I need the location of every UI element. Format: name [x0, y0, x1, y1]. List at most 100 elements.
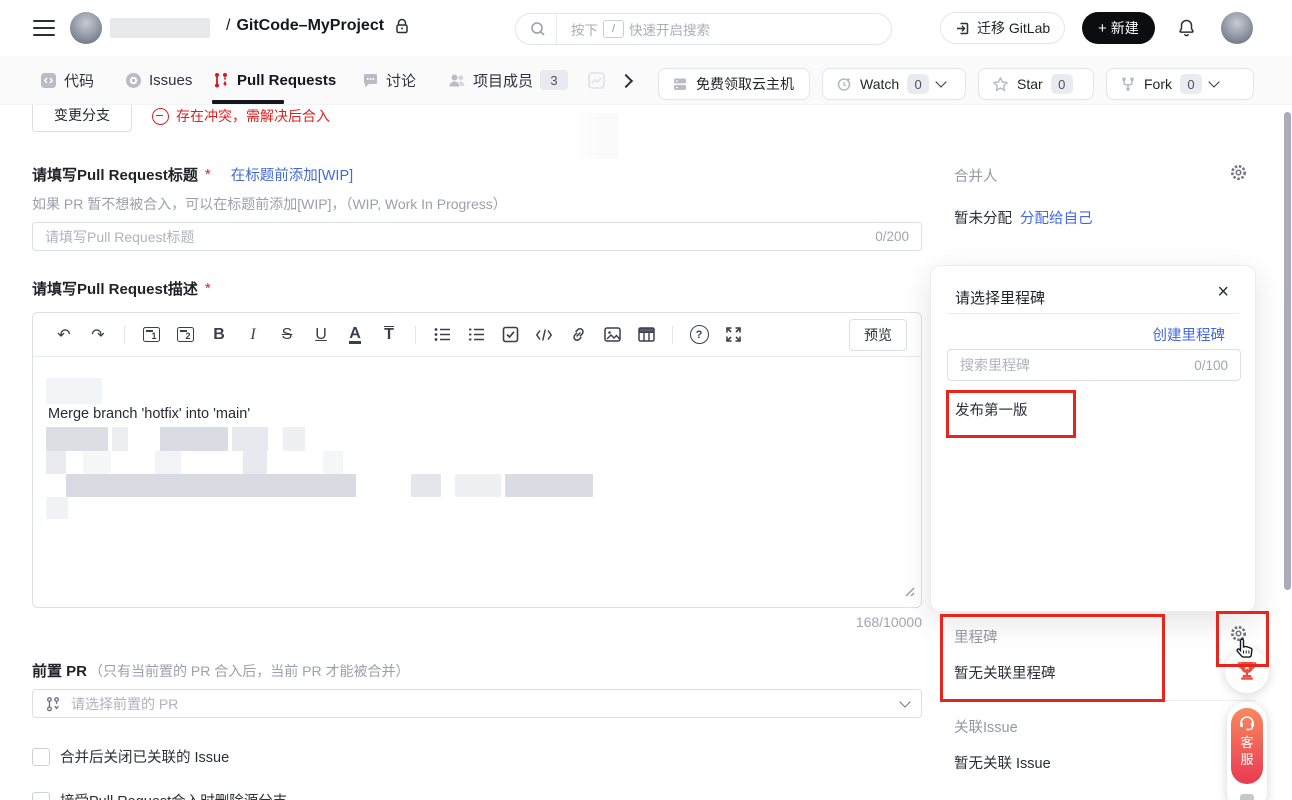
heading2-icon[interactable]: 2: [171, 321, 199, 349]
hamburger-menu-icon[interactable]: [33, 20, 55, 36]
fullscreen-icon[interactable]: [719, 321, 747, 349]
redacted-text-block: [232, 427, 268, 451]
assign-self-link[interactable]: 分配给自己: [1020, 207, 1093, 228]
code-icon[interactable]: [530, 321, 558, 349]
description-editor: ↶ ↷ 1 2 B I S U A T: [32, 312, 922, 608]
font-size-icon[interactable]: T: [375, 321, 403, 349]
org-avatar[interactable]: [70, 12, 102, 44]
global-search[interactable]: 按下 / 快速开启搜索: [515, 13, 892, 45]
redacted-text-block: [455, 474, 501, 497]
table-icon[interactable]: [632, 321, 660, 349]
required-asterisk: *: [205, 166, 211, 183]
close-issue-label: 合并后关闭已关联的 Issue: [60, 746, 229, 767]
italic-icon[interactable]: I: [239, 321, 267, 349]
tab-discussion[interactable]: 讨论: [362, 56, 416, 104]
members-count-badge: 3: [540, 70, 568, 90]
milestone-empty-text: 暂无关联里程碑: [954, 662, 1056, 683]
strikethrough-icon[interactable]: S: [273, 321, 301, 349]
lock-icon: [394, 18, 410, 35]
pr-title-input[interactable]: [33, 229, 875, 245]
redacted-text-block: [411, 474, 441, 497]
tab-members[interactable]: 项目成员 3: [448, 56, 568, 104]
headset-icon: [1238, 715, 1256, 731]
breadcrumb-separator: /: [226, 17, 230, 35]
editor-content[interactable]: Merge branch 'hotfix' into 'main': [33, 357, 921, 607]
milestone-gear-icon[interactable]: [1229, 624, 1248, 648]
linked-issue-label: 关联Issue: [954, 716, 1018, 737]
redo-icon[interactable]: ↷: [84, 321, 112, 349]
new-button[interactable]: 新建: [1082, 12, 1155, 44]
preview-button[interactable]: 预览: [849, 319, 907, 351]
redacted-text-block: [66, 474, 356, 497]
prereq-pr-hint: （只有当前置的 PR 合入后，当前 PR 才能被合并）: [89, 661, 409, 681]
cloud-host-icon: [672, 76, 688, 92]
search-placeholder: 按下 / 快速开启搜索: [571, 19, 710, 39]
prereq-pr-select[interactable]: 请选择前置的 PR: [32, 689, 922, 718]
milestone-search-wrap: 0/100: [947, 349, 1241, 381]
pr-desc-label: 请填写Pull Request描述: [32, 278, 198, 299]
pr-title-help: 如果 PR 暂不想被合入，可以在标题前添加[WIP]，（WIP, Work In…: [32, 194, 507, 214]
heading1-icon[interactable]: 1: [137, 321, 165, 349]
create-milestone-link[interactable]: 创建里程碑: [1153, 324, 1226, 345]
editor-toolbar: ↶ ↷ 1 2 B I S U A T: [33, 313, 921, 357]
free-cloud-host-button[interactable]: 免费领取云主机: [658, 68, 810, 100]
tab-issues[interactable]: Issues: [125, 56, 192, 104]
bell-icon[interactable]: [1177, 18, 1196, 38]
fork-count-badge: 0: [1180, 74, 1202, 94]
code-tab-icon: [40, 72, 57, 89]
tabs-chevron-right-icon[interactable]: [619, 74, 633, 88]
delete-branch-label: 接受Pull Request合入时删除源分支: [60, 790, 287, 800]
assignee-label: 合并人: [954, 165, 998, 186]
active-tab-underline: [212, 100, 284, 104]
migrate-gitlab-button[interactable]: 迁移 GitLab: [940, 12, 1065, 44]
redacted-text-block: [323, 451, 343, 474]
close-icon[interactable]: ×: [1217, 282, 1229, 302]
required-asterisk: *: [205, 280, 211, 297]
user-avatar[interactable]: [1221, 12, 1253, 44]
task-list-icon[interactable]: [496, 321, 524, 349]
redacted-text-block: [283, 427, 305, 451]
underline-icon[interactable]: U: [307, 321, 335, 349]
pr-branch-icon: [45, 696, 61, 712]
bullet-list-icon[interactable]: [428, 321, 456, 349]
page: / GitCode–MyProject 按下 / 快速开启搜索 迁移 GitLa…: [0, 0, 1292, 800]
tab-pull-requests[interactable]: Pull Requests: [212, 56, 336, 104]
breadcrumb-project-name[interactable]: GitCode–MyProject: [236, 17, 384, 35]
milestone-option[interactable]: 发布第一版: [955, 399, 1028, 420]
redacted-text-block: [160, 427, 228, 451]
watch-count-badge: 0: [907, 74, 929, 94]
customer-service-label: 客服: [1240, 734, 1254, 768]
hidden-float-button[interactable]: [1240, 794, 1254, 800]
ordered-list-icon[interactable]: [462, 321, 490, 349]
fork-icon: [1120, 76, 1136, 92]
linked-issue-empty-text: 暂无关联 Issue: [954, 752, 1051, 773]
help-icon[interactable]: ?: [685, 321, 713, 349]
assignee-empty-text: 暂未分配: [954, 207, 1012, 228]
insights-tab-icon[interactable]: [588, 72, 605, 94]
discussion-tab-icon: [362, 72, 379, 89]
conflict-warning: 存在冲突，需解决后合入: [152, 106, 330, 126]
link-icon[interactable]: [564, 321, 592, 349]
page-scrollbar-thumb[interactable]: [1284, 112, 1291, 590]
rewards-float-button[interactable]: [1225, 649, 1269, 693]
milestone-popup: 请选择里程碑 × 创建里程碑 0/100 发布第一版: [930, 265, 1256, 612]
milestone-search-input[interactable]: [948, 357, 1194, 373]
conflict-icon: [152, 108, 169, 125]
tab-overflow-fade: [570, 113, 618, 159]
star-button[interactable]: Star 0: [978, 68, 1094, 100]
font-color-icon[interactable]: A: [341, 321, 369, 349]
editor-resize-handle[interactable]: [901, 583, 915, 602]
fork-button[interactable]: Fork 0: [1106, 68, 1254, 100]
watch-button[interactable]: Watch 0: [822, 68, 966, 100]
milestone-label: 里程碑: [954, 626, 998, 647]
tab-code[interactable]: 代码: [40, 56, 94, 104]
add-wip-link[interactable]: 在标题前添加[WIP]: [231, 164, 353, 185]
undo-icon[interactable]: ↶: [50, 321, 78, 349]
image-icon[interactable]: [598, 321, 626, 349]
assignee-gear-icon[interactable]: [1229, 163, 1248, 187]
delete-branch-checkbox[interactable]: [32, 792, 50, 800]
bold-icon[interactable]: B: [205, 321, 233, 349]
redacted-text-block: [83, 451, 111, 474]
customer-service-button[interactable]: 客服: [1231, 708, 1263, 784]
close-issue-checkbox[interactable]: [32, 748, 50, 766]
